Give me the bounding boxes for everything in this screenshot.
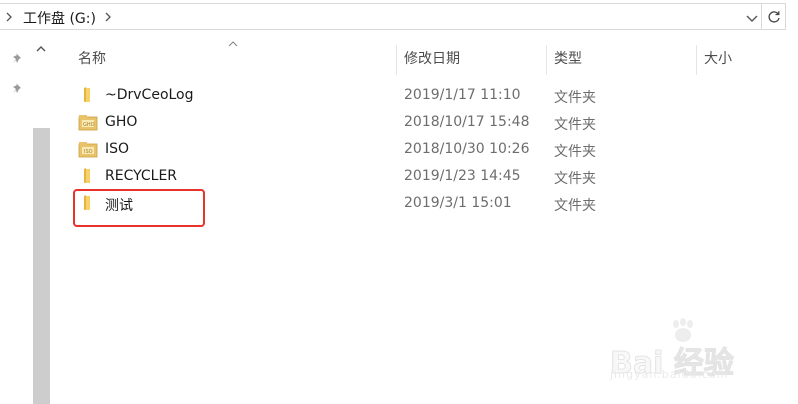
refresh-button[interactable] — [762, 3, 786, 30]
file-row[interactable]: RECYCLER 2019/1/23 14:45 文件夹 — [72, 164, 632, 190]
scroll-up-arrow-icon[interactable] — [35, 45, 47, 53]
file-type: 文件夹 — [554, 144, 596, 160]
file-name: ISO — [105, 141, 130, 157]
svg-text:GHO: GHO — [83, 122, 95, 128]
column-header-row: 名称 修改日期 类型 大小 — [52, 45, 798, 75]
nav-scrollbar-thumb[interactable] — [33, 128, 50, 404]
folder-icon — [84, 87, 90, 102]
file-name: ~DrvCeoLog — [105, 87, 194, 103]
breadcrumb-chevron-icon[interactable] — [104, 10, 112, 24]
file-date: 2019/3/1 15:01 — [404, 195, 512, 211]
folder-icon — [84, 168, 90, 183]
file-type: 文件夹 — [554, 90, 596, 106]
file-type: 文件夹 — [554, 117, 596, 133]
file-type: 文件夹 — [554, 171, 596, 187]
pin-icon[interactable] — [11, 51, 25, 65]
file-date: 2019/1/17 11:10 — [404, 87, 521, 103]
column-header-size[interactable]: 大小 — [696, 45, 798, 75]
file-date: 2019/1/23 14:45 — [404, 168, 521, 184]
svg-text:ISO: ISO — [84, 149, 93, 155]
highlight-annotation — [73, 189, 205, 227]
column-header-name[interactable]: 名称 — [70, 45, 396, 75]
file-row[interactable]: GHO GHO 2018/10/17 15:48 文件夹 — [72, 110, 632, 136]
file-row[interactable]: ISO ISO 2018/10/30 10:26 文件夹 — [72, 137, 632, 163]
pin-icon[interactable] — [11, 81, 25, 95]
watermark-url: jingyan.baidu.com — [610, 368, 729, 381]
address-path[interactable]: 工作盘 (G:) — [23, 8, 96, 28]
file-date: 2018/10/17 15:48 — [404, 114, 530, 130]
locked-folder-icon: ISO — [78, 142, 98, 158]
address-bar: 工作盘 (G:) — [0, 0, 798, 33]
chevron-down-icon[interactable] — [745, 13, 759, 23]
navigation-pane — [0, 33, 52, 404]
locked-folder-icon: GHO — [78, 115, 98, 131]
address-field[interactable]: 工作盘 (G:) — [0, 3, 762, 30]
column-header-type[interactable]: 类型 — [546, 45, 696, 75]
chevron-right-icon[interactable] — [5, 10, 13, 24]
column-header-modified[interactable]: 修改日期 — [396, 45, 546, 75]
file-name: GHO — [105, 114, 138, 130]
file-row[interactable]: ~DrvCeoLog 2019/1/17 11:10 文件夹 — [72, 83, 632, 109]
file-date: 2018/10/30 10:26 — [404, 141, 530, 157]
baidu-watermark: Bai 经验 jingyan.baidu.com — [608, 318, 758, 388]
file-type: 文件夹 — [554, 198, 596, 214]
file-name: RECYCLER — [105, 168, 178, 184]
refresh-icon — [768, 11, 780, 23]
